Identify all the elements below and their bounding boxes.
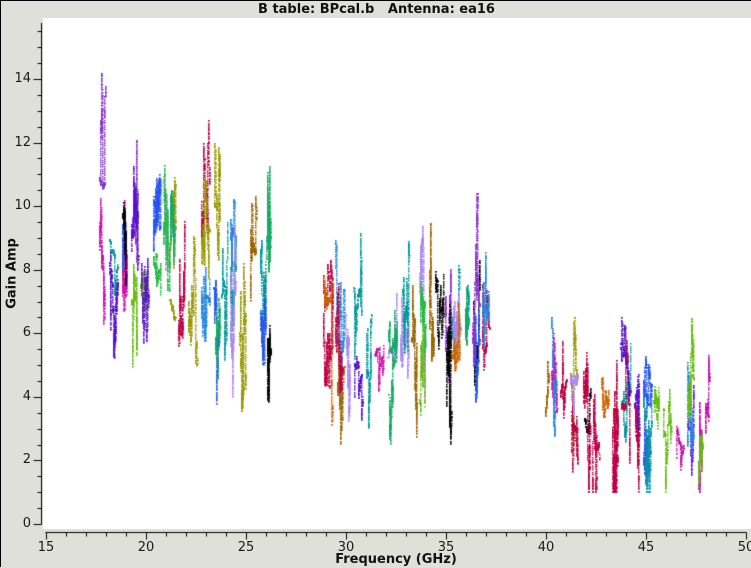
x-tick-label: 15 [38, 541, 55, 555]
y-tick-label: 2 [5, 453, 31, 467]
x-tick-label: 40 [538, 541, 555, 555]
y-tick-label: 14 [5, 72, 31, 86]
x-tick-label: 50 [738, 541, 751, 555]
plot-canvas[interactable] [1, 1, 751, 568]
x-tick-label: 20 [138, 541, 155, 555]
x-tick-label: 35 [438, 541, 455, 555]
x-tick-label: 45 [638, 541, 655, 555]
x-tick-label: 25 [238, 541, 255, 555]
x-tick-label: 30 [338, 541, 355, 555]
y-tick-label: 0 [5, 517, 31, 531]
y-tick-label: 4 [5, 390, 31, 404]
plot-window: { "window": { "title": "B table: BPcal.b… [0, 0, 751, 567]
y-tick-label: 10 [5, 199, 31, 213]
y-tick-label: 8 [5, 263, 31, 277]
y-tick-label: 6 [5, 326, 31, 340]
y-tick-label: 12 [5, 136, 31, 150]
